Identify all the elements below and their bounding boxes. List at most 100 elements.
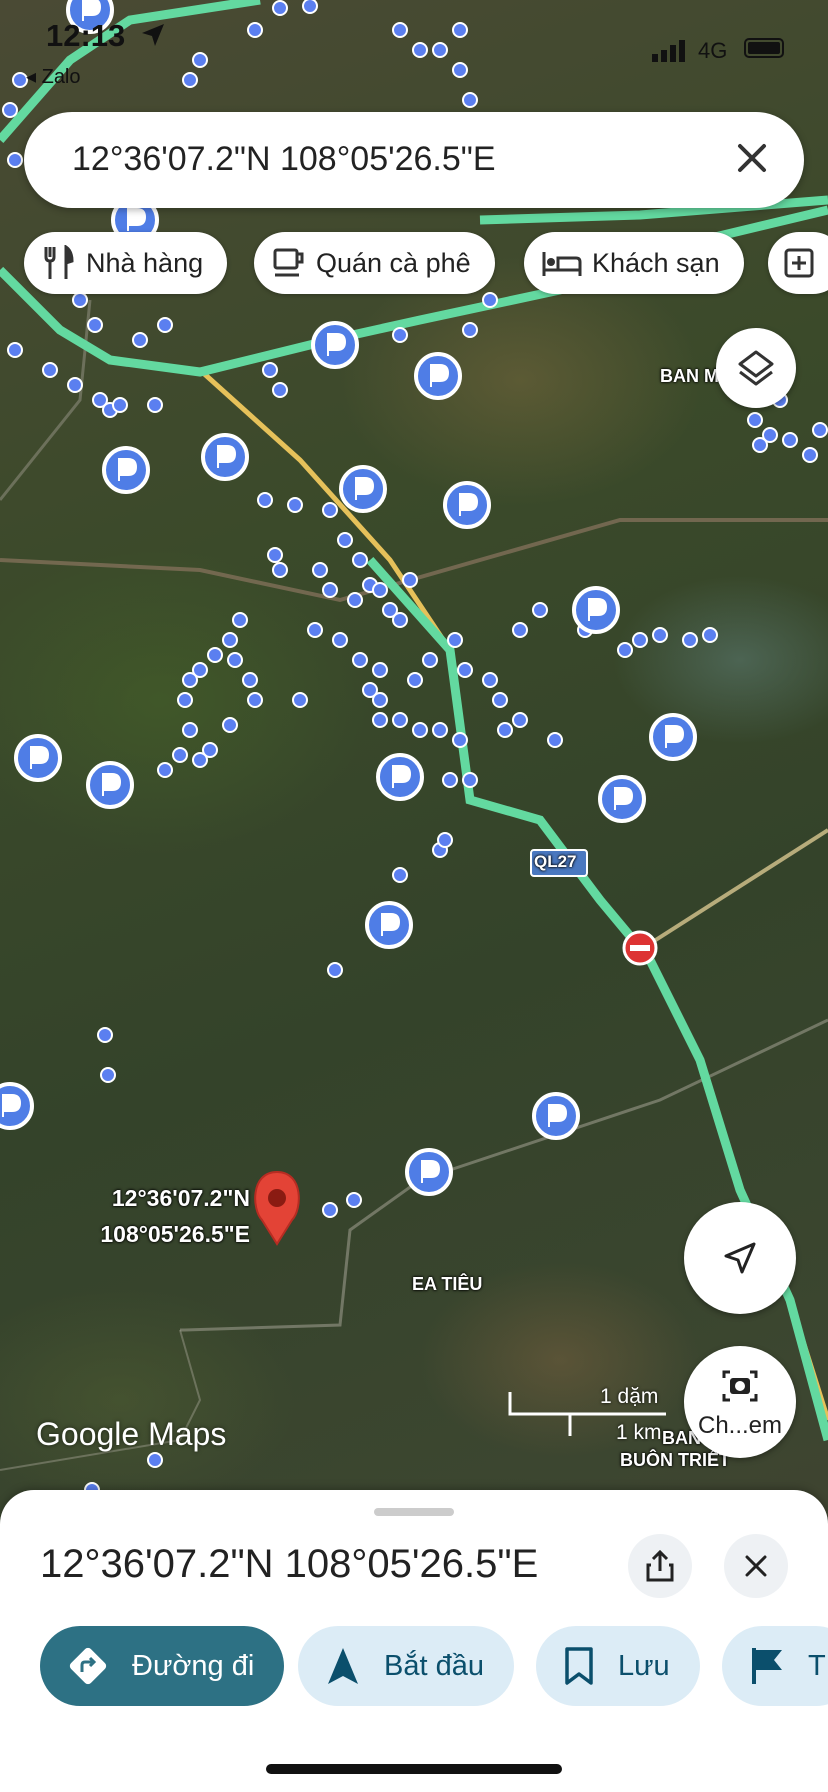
place-dot[interactable] — [87, 317, 103, 333]
parking-marker-icon[interactable] — [14, 734, 62, 782]
place-dot[interactable] — [547, 732, 563, 748]
my-location-button[interactable] — [684, 1202, 796, 1314]
place-dot[interactable] — [322, 582, 338, 598]
clear-search-icon[interactable] — [730, 136, 774, 180]
place-dot[interactable] — [7, 152, 23, 168]
place-dot[interactable] — [402, 572, 418, 588]
place-dot[interactable] — [632, 632, 648, 648]
place-dot[interactable] — [372, 712, 388, 728]
place-dot[interactable] — [312, 562, 328, 578]
place-dot[interactable] — [652, 627, 668, 643]
place-dot[interactable] — [97, 1027, 113, 1043]
place-dot[interactable] — [392, 712, 408, 728]
place-dot[interactable] — [447, 632, 463, 648]
place-dot[interactable] — [482, 672, 498, 688]
parking-marker-icon[interactable] — [532, 1092, 580, 1140]
location-pin-icon[interactable] — [254, 1170, 300, 1246]
chip-more[interactable] — [768, 232, 828, 294]
start-button[interactable]: Bắt đầu — [298, 1626, 514, 1706]
parking-marker-icon[interactable] — [0, 1082, 34, 1130]
place-dot[interactable] — [2, 102, 18, 118]
place-dot[interactable] — [307, 622, 323, 638]
label-button[interactable]: T — [722, 1626, 828, 1706]
parking-marker-icon[interactable] — [405, 1148, 453, 1196]
place-dot[interactable] — [752, 437, 768, 453]
place-dot[interactable] — [112, 397, 128, 413]
place-dot[interactable] — [147, 1452, 163, 1468]
place-dot[interactable] — [462, 322, 478, 338]
place-dot[interactable] — [292, 692, 308, 708]
chip-hotels[interactable]: Khách sạn — [524, 232, 744, 294]
place-dot[interactable] — [432, 722, 448, 738]
place-dot[interactable] — [232, 612, 248, 628]
place-dot[interactable] — [482, 292, 498, 308]
place-dot[interactable] — [337, 532, 353, 548]
place-dot[interactable] — [257, 492, 273, 508]
place-dot[interactable] — [347, 592, 363, 608]
place-dot[interactable] — [682, 632, 698, 648]
parking-marker-icon[interactable] — [311, 321, 359, 369]
place-dot[interactable] — [532, 602, 548, 618]
back-to-app[interactable]: ◂ Zalo — [26, 64, 81, 89]
parking-marker-icon[interactable] — [572, 586, 620, 634]
place-dot[interactable] — [412, 722, 428, 738]
parking-marker-icon[interactable] — [376, 753, 424, 801]
place-sheet[interactable]: 12°36'07.2"N 108°05'26.5"E Đường đi Bắt … — [0, 1490, 828, 1792]
place-dot[interactable] — [157, 762, 173, 778]
place-dot[interactable] — [457, 662, 473, 678]
place-dot[interactable] — [222, 717, 238, 733]
place-dot[interactable] — [332, 632, 348, 648]
parking-marker-icon[interactable] — [414, 352, 462, 400]
place-dot[interactable] — [287, 497, 303, 513]
parking-marker-icon[interactable] — [201, 433, 249, 481]
place-dot[interactable] — [182, 672, 198, 688]
place-dot[interactable] — [242, 672, 258, 688]
place-dot[interactable] — [67, 377, 83, 393]
place-dot[interactable] — [422, 652, 438, 668]
place-dot[interactable] — [372, 692, 388, 708]
place-dot[interactable] — [497, 722, 513, 738]
place-dot[interactable] — [392, 612, 408, 628]
place-dot[interactable] — [452, 732, 468, 748]
home-indicator[interactable] — [266, 1764, 562, 1774]
place-dot[interactable] — [392, 867, 408, 883]
place-dot[interactable] — [222, 632, 238, 648]
sheet-handle[interactable] — [374, 1508, 454, 1516]
place-dot[interactable] — [372, 582, 388, 598]
place-dot[interactable] — [227, 652, 243, 668]
save-button[interactable]: Lưu — [536, 1626, 700, 1706]
place-dot[interactable] — [172, 747, 188, 763]
lens-button[interactable]: Ch...em — [684, 1346, 796, 1458]
place-dot[interactable] — [352, 552, 368, 568]
place-dot[interactable] — [42, 362, 58, 378]
place-dot[interactable] — [512, 712, 528, 728]
place-dot[interactable] — [327, 962, 343, 978]
directions-button[interactable]: Đường đi — [40, 1626, 285, 1706]
place-dot[interactable] — [322, 502, 338, 518]
place-dot[interactable] — [802, 447, 818, 463]
place-dot[interactable] — [147, 397, 163, 413]
place-dot[interactable] — [72, 292, 88, 308]
place-dot[interactable] — [372, 662, 388, 678]
place-dot[interactable] — [492, 692, 508, 708]
place-dot[interactable] — [352, 652, 368, 668]
place-dot[interactable] — [262, 362, 278, 378]
place-dot[interactable] — [702, 627, 718, 643]
place-dot[interactable] — [437, 832, 453, 848]
search-bar[interactable]: 12°36'07.2"N 108°05'26.5"E — [24, 112, 804, 208]
place-dot[interactable] — [267, 547, 283, 563]
place-dot[interactable] — [346, 1192, 362, 1208]
place-dot[interactable] — [177, 692, 193, 708]
parking-marker-icon[interactable] — [86, 761, 134, 809]
parking-marker-icon[interactable] — [598, 775, 646, 823]
place-dot[interactable] — [247, 692, 263, 708]
place-dot[interactable] — [812, 422, 828, 438]
parking-marker-icon[interactable] — [649, 713, 697, 761]
place-dot[interactable] — [132, 332, 148, 348]
parking-marker-icon[interactable] — [339, 465, 387, 513]
place-dot[interactable] — [747, 412, 763, 428]
close-sheet-button[interactable] — [724, 1534, 788, 1598]
layers-button[interactable] — [716, 328, 796, 408]
place-dot[interactable] — [617, 642, 633, 658]
place-dot[interactable] — [157, 317, 173, 333]
